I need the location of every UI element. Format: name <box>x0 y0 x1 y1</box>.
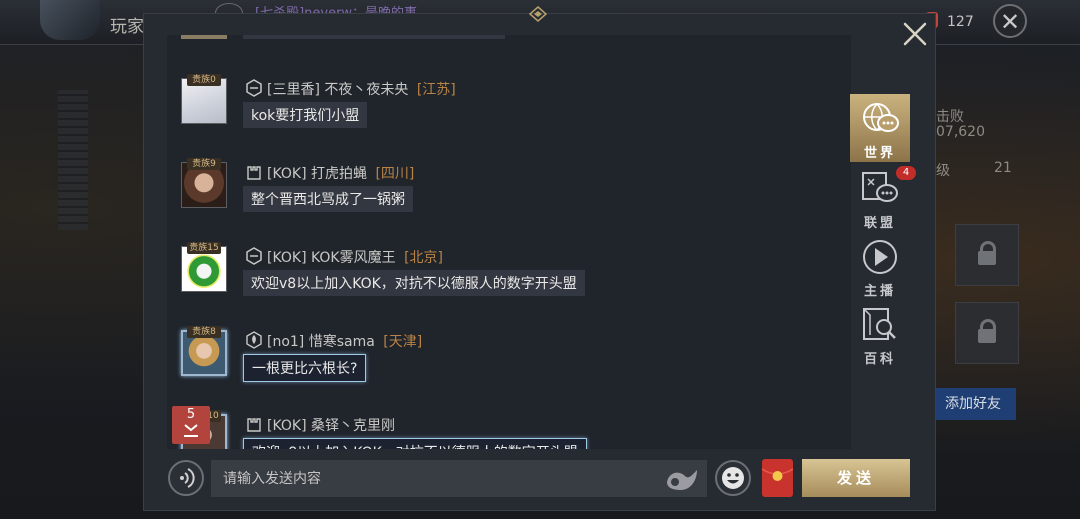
unread-count: 5 <box>186 407 196 422</box>
player-name[interactable]: 惜寒sama <box>309 334 375 350</box>
background-window-decoration <box>58 90 88 230</box>
guild-tag: [no1] <box>267 334 305 350</box>
flame-emblem-icon <box>246 331 262 349</box>
castle-emblem-icon <box>247 418 261 432</box>
red-envelope-icon <box>761 468 794 481</box>
chat-message: 贵族8 [no1] 惜寒sama [天津] 一根更比六根长? <box>167 322 851 406</box>
clan-emblem-icon <box>246 79 262 97</box>
unread-badge: 4 <box>896 166 916 180</box>
player-avatar[interactable]: 贵族8 <box>179 326 229 376</box>
tab-world[interactable]: 世界 <box>850 94 910 162</box>
background-close-button[interactable]: ✕ <box>993 4 1027 38</box>
message-bubble[interactable]: 整个晋西北骂成了一锅粥 <box>243 186 413 212</box>
lock-icon <box>955 302 1019 364</box>
send-button[interactable]: 发送 <box>802 459 910 497</box>
message-bubble[interactable]: 欢迎v8以上加入KOK，对抗不以德服人的数字开头盟 <box>243 270 585 296</box>
chat-message: 贵族10 [KOK] 桑铎丶克里刚 欢迎v8以上加入KOK，对抗不以德服人的数字… <box>167 406 851 449</box>
close-icon[interactable] <box>898 17 932 51</box>
ink-brush-icon[interactable] <box>663 464 701 494</box>
lock-icon <box>955 224 1019 286</box>
background-stat-value: 07,620 <box>936 124 985 140</box>
noble-rank-badge: 贵族9 <box>187 158 221 170</box>
globe-chat-icon <box>863 103 899 132</box>
background-level-label: 级 <box>936 163 950 179</box>
tab-streamer[interactable]: 主播 <box>850 232 910 300</box>
voice-icon <box>180 468 195 488</box>
player-name[interactable]: 桑铎丶克里刚 <box>311 418 395 434</box>
flag-chat-icon <box>862 172 898 202</box>
tab-label: 百科 <box>863 352 896 367</box>
jump-to-latest-button[interactable]: 5 <box>172 406 210 444</box>
noble-rank-badge: 贵族8 <box>187 326 221 338</box>
double-chevron-down-icon <box>184 424 198 437</box>
message-header: [三里香] 不夜丶夜未央 [江苏] <box>245 79 456 99</box>
currency-count: 127 <box>947 14 974 30</box>
guild-tag: [三里香] <box>267 82 320 98</box>
player-location: [北京] <box>404 250 444 266</box>
guild-tag: [KOK] <box>267 166 307 182</box>
player-name[interactable]: 不夜丶夜未央 <box>324 82 408 98</box>
background-player-avatar <box>40 0 100 40</box>
message-list[interactable]: 贵族0 [三里香] 不夜丶夜未央 [江苏] kok要打我们小盟 贵族9 [KOK… <box>167 35 851 449</box>
player-location: [天津] <box>383 334 423 350</box>
previous-message-bubble-fragment <box>243 35 505 39</box>
castle-emblem-icon <box>247 166 261 180</box>
chat-message: 贵族0 [三里香] 不夜丶夜未央 [江苏] kok要打我们小盟 <box>167 70 851 154</box>
message-bubble[interactable]: kok要打我们小盟 <box>243 102 368 128</box>
background-title: 玩家 <box>110 17 144 37</box>
player-location: [四川] <box>375 166 415 182</box>
message-header: [KOK] KOK雾风魔王 [北京] <box>245 247 443 267</box>
tab-label: 主播 <box>863 284 896 299</box>
emoji-button[interactable] <box>715 460 751 496</box>
smiley-icon <box>722 467 744 489</box>
clan-emblem-icon <box>246 247 262 265</box>
chat-message: 贵族9 [KOK] 打虎拍蝇 [四川] 整个晋西北骂成了一锅粥 <box>167 154 851 238</box>
play-icon <box>863 240 897 274</box>
player-avatar[interactable]: 贵族0 <box>179 74 229 124</box>
player-name[interactable]: KOK雾风魔王 <box>311 250 396 266</box>
tab-label: 联盟 <box>863 216 896 231</box>
previous-message-fragment <box>181 35 227 39</box>
message-bubble[interactable]: 一根更比六根长? <box>243 354 367 382</box>
message-header: [KOK] 桑铎丶克里刚 <box>245 415 399 435</box>
tab-encyclopedia[interactable]: 百科 <box>850 300 910 368</box>
background-stat-label: 击败 <box>936 109 964 125</box>
player-avatar[interactable]: 贵族15 <box>179 242 229 292</box>
message-header: [no1] 惜寒sama [天津] <box>245 331 422 351</box>
player-avatar[interactable]: 贵族9 <box>179 158 229 208</box>
message-bubble[interactable]: 欢迎v8以上加入KOK，对抗不以德服人的数字开头盟 <box>243 438 587 449</box>
message-header: [KOK] 打虎拍蝇 [四川] <box>245 163 414 183</box>
player-location: [江苏] <box>416 82 456 98</box>
noble-rank-badge: 贵族15 <box>187 242 221 254</box>
chat-message-input[interactable] <box>211 460 707 497</box>
red-packet-button[interactable] <box>761 459 794 497</box>
tab-label: 世界 <box>863 146 896 161</box>
book-search-icon <box>863 308 896 340</box>
tab-alliance[interactable]: 4 联盟 <box>850 164 916 232</box>
noble-rank-badge: 贵族0 <box>187 74 221 86</box>
guild-tag: [KOK] <box>267 250 307 266</box>
chat-message: 贵族15 [KOK] KOK雾风魔王 [北京] 欢迎v8以上加入KOK，对抗不以… <box>167 238 851 322</box>
player-name[interactable]: 打虎拍蝇 <box>311 166 367 182</box>
guild-tag: [KOK] <box>267 418 307 434</box>
voice-input-button[interactable] <box>168 460 204 496</box>
background-level-value: 21 <box>994 160 1012 176</box>
top-ornament-icon <box>528 6 548 22</box>
add-friend-button[interactable]: 添加好友 <box>930 388 1016 420</box>
